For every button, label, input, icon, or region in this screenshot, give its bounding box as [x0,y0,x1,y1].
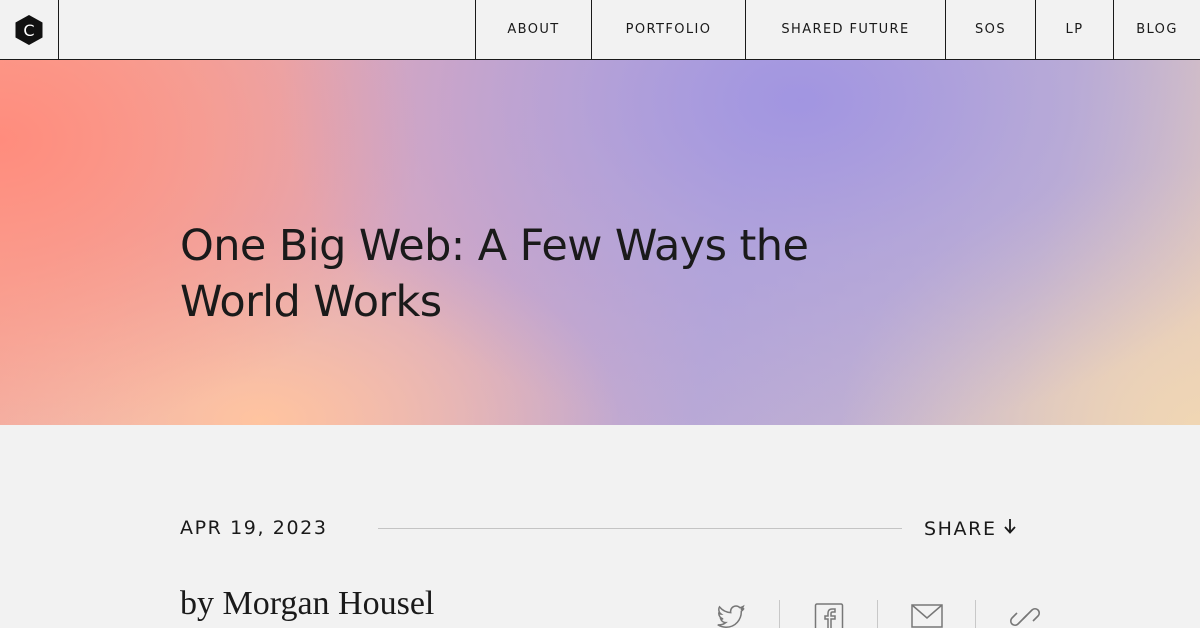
link-icon[interactable] [976,596,1073,628]
share-icon-row [682,596,1073,628]
facebook-icon[interactable] [780,596,877,628]
author-byline: by Morgan Housel [180,585,435,622]
nav-blog[interactable]: BLOG [1113,0,1200,59]
nav-about[interactable]: ABOUT [475,0,591,59]
article-title: One Big Web: A Few Ways the World Works [180,221,809,327]
share-button[interactable]: SHARE [924,517,1017,540]
publish-date: APR 19, 2023 [180,517,328,539]
main-nav: ABOUT PORTFOLIO SHARED FUTURE SOS LP BLO… [475,0,1200,59]
logo-link[interactable]: C [0,0,59,59]
mail-icon[interactable] [878,596,975,628]
arrow-down-icon [1003,517,1017,540]
logo-hexagon-icon: C [15,14,43,45]
twitter-icon[interactable] [682,596,779,628]
nav-sos[interactable]: SOS [945,0,1035,59]
divider [378,528,902,529]
nav-shared-future[interactable]: SHARED FUTURE [745,0,945,59]
site-header: C ABOUT PORTFOLIO SHARED FUTURE SOS LP B… [0,0,1200,60]
hero-banner: One Big Web: A Few Ways the World Works [0,60,1200,425]
nav-portfolio[interactable]: PORTFOLIO [591,0,745,59]
nav-lp[interactable]: LP [1035,0,1113,59]
share-label: SHARE [924,517,997,540]
logo-letter: C [23,21,34,40]
